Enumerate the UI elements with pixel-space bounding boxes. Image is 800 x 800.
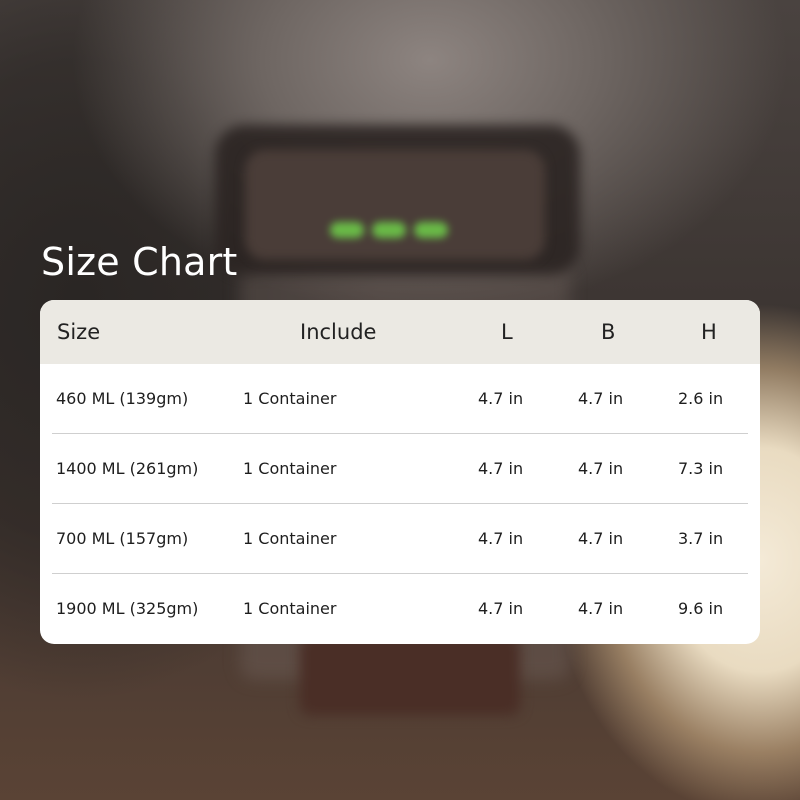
- cell-length: 4.7 in: [478, 599, 524, 618]
- container-lid-inner-blur: [245, 150, 545, 260]
- cell-include: 1 Container: [243, 529, 337, 548]
- cell-size: 460 ML (139gm): [56, 389, 189, 408]
- cell-size: 700 ML (157gm): [56, 529, 189, 548]
- cell-breadth: 4.7 in: [578, 389, 624, 408]
- table-header: Size Include L B H: [40, 300, 760, 364]
- cell-breadth: 4.7 in: [578, 459, 624, 478]
- header-length: L: [501, 320, 513, 344]
- cell-height: 9.6 in: [678, 599, 724, 618]
- lid-latch-blur: [372, 222, 406, 238]
- table-row: 700 ML (157gm) 1 Container 4.7 in 4.7 in…: [40, 504, 760, 574]
- cell-size: 1900 ML (325gm): [56, 599, 199, 618]
- cell-size: 1400 ML (261gm): [56, 459, 199, 478]
- header-breadth: B: [601, 320, 616, 344]
- header-include: Include: [300, 320, 377, 344]
- page-title: Size Chart: [41, 240, 238, 284]
- cell-height: 7.3 in: [678, 459, 724, 478]
- table-row: 460 ML (139gm) 1 Container 4.7 in 4.7 in…: [40, 364, 760, 434]
- header-height: H: [701, 320, 717, 344]
- size-chart-table: Size Include L B H 460 ML (139gm) 1 Cont…: [40, 300, 760, 644]
- lid-latch-blur: [414, 222, 448, 238]
- cell-breadth: 4.7 in: [578, 599, 624, 618]
- lid-latch-blur: [330, 222, 364, 238]
- cell-length: 4.7 in: [478, 389, 524, 408]
- cell-include: 1 Container: [243, 389, 337, 408]
- cell-height: 3.7 in: [678, 529, 724, 548]
- cell-length: 4.7 in: [478, 459, 524, 478]
- table-row: 1900 ML (325gm) 1 Container 4.7 in 4.7 i…: [40, 574, 760, 644]
- cell-include: 1 Container: [243, 459, 337, 478]
- cell-include: 1 Container: [243, 599, 337, 618]
- table-row: 1400 ML (261gm) 1 Container 4.7 in 4.7 i…: [40, 434, 760, 504]
- cell-breadth: 4.7 in: [578, 529, 624, 548]
- cell-height: 2.6 in: [678, 389, 724, 408]
- container-contents-blur: [300, 635, 520, 715]
- cell-length: 4.7 in: [478, 529, 524, 548]
- header-size: Size: [57, 320, 101, 344]
